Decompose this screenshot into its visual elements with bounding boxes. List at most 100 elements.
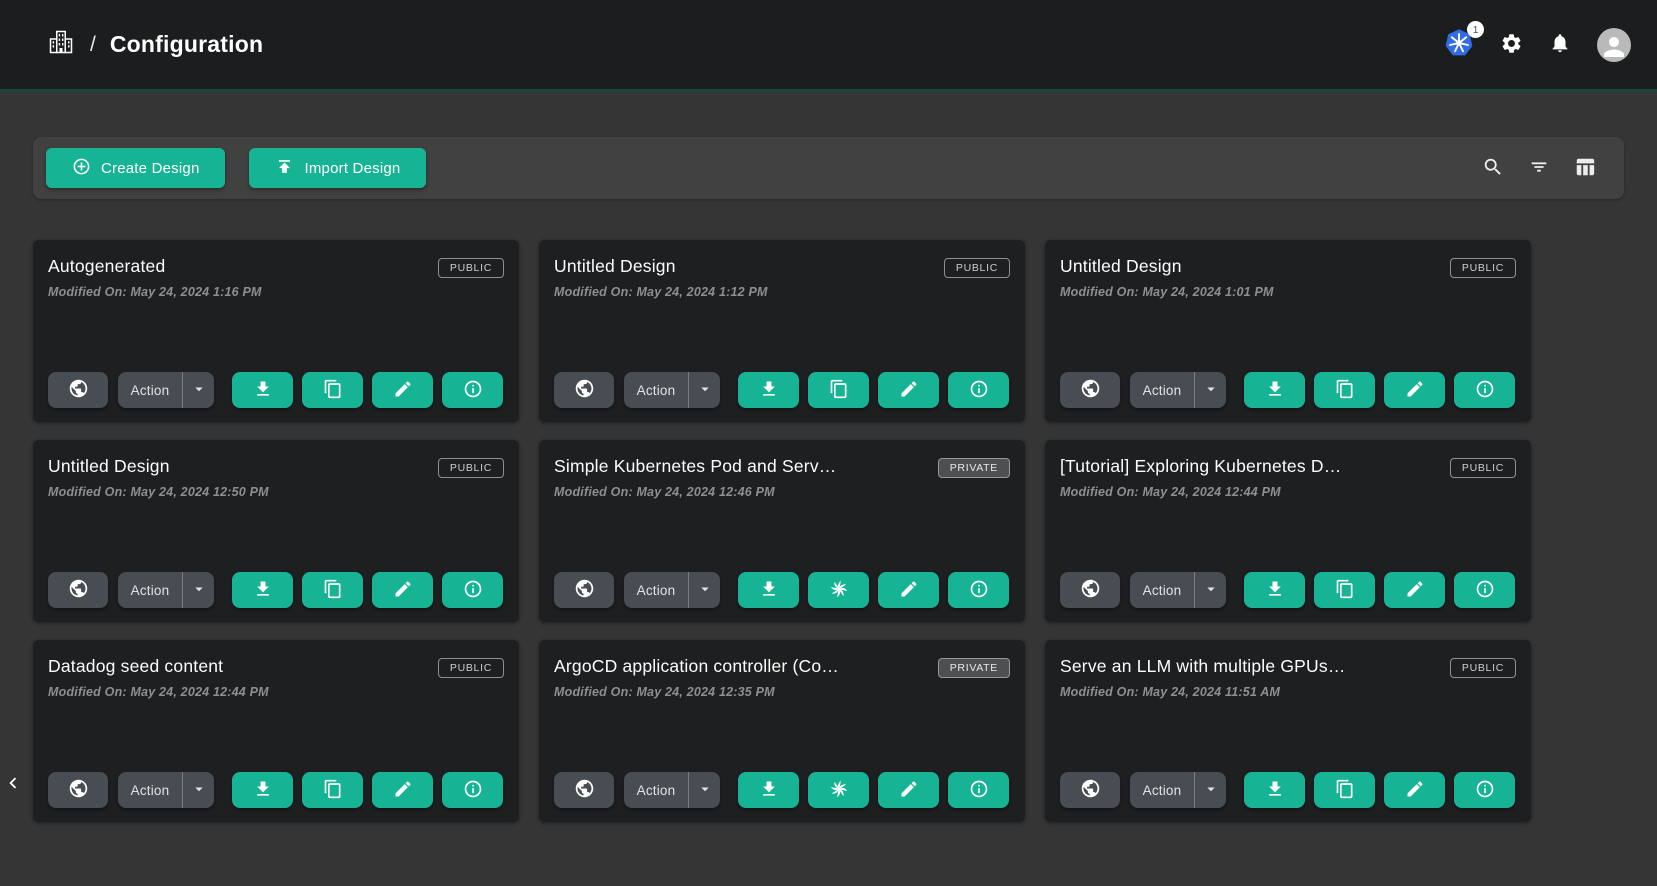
info-button[interactable] bbox=[442, 772, 503, 808]
publish-globe-button[interactable] bbox=[554, 372, 614, 408]
download-button[interactable] bbox=[232, 772, 293, 808]
card-spacer bbox=[554, 699, 1010, 772]
table-view-button[interactable] bbox=[1572, 154, 1598, 183]
publish-globe-button[interactable] bbox=[554, 772, 614, 808]
publish-globe-button[interactable] bbox=[1060, 572, 1120, 608]
info-button[interactable] bbox=[1454, 372, 1515, 408]
download-button[interactable] bbox=[738, 772, 799, 808]
kubernetes-context-button[interactable]: 1 bbox=[1444, 28, 1474, 61]
action-button[interactable]: Action bbox=[118, 372, 182, 408]
search-button[interactable] bbox=[1480, 154, 1506, 183]
download-button[interactable] bbox=[1244, 772, 1305, 808]
edit-button[interactable] bbox=[878, 572, 939, 608]
info-button[interactable] bbox=[1454, 572, 1515, 608]
publish-globe-button[interactable] bbox=[48, 572, 108, 608]
visibility-badge: PRIVATE bbox=[938, 458, 1010, 478]
action-dropdown-toggle[interactable] bbox=[182, 572, 214, 608]
card-spacer bbox=[554, 499, 1010, 572]
card-header: ArgoCD application controller (Co… PRIVA… bbox=[554, 656, 1010, 678]
copy-icon bbox=[1335, 779, 1355, 802]
action-button[interactable]: Action bbox=[624, 572, 688, 608]
info-button[interactable] bbox=[442, 372, 503, 408]
publish-globe-button[interactable] bbox=[1060, 772, 1120, 808]
action-dropdown-toggle[interactable] bbox=[1194, 572, 1226, 608]
edit-button[interactable] bbox=[1384, 372, 1445, 408]
download-icon bbox=[1265, 779, 1285, 802]
action-button[interactable]: Action bbox=[1130, 772, 1194, 808]
design-card: ArgoCD application controller (Co… PRIVA… bbox=[539, 640, 1025, 822]
sidebar-collapse-toggle[interactable] bbox=[0, 768, 26, 801]
info-icon bbox=[969, 579, 989, 602]
edit-pencil-icon bbox=[393, 779, 413, 802]
clone-button[interactable] bbox=[302, 772, 363, 808]
action-button[interactable]: Action bbox=[1130, 372, 1194, 408]
download-button[interactable] bbox=[232, 572, 293, 608]
download-icon bbox=[253, 579, 273, 602]
action-button[interactable]: Action bbox=[118, 572, 182, 608]
publish-globe-button[interactable] bbox=[48, 772, 108, 808]
download-button[interactable] bbox=[1244, 372, 1305, 408]
action-dropdown-toggle[interactable] bbox=[688, 372, 720, 408]
card-header: [Tutorial] Exploring Kubernetes D… PUBLI… bbox=[1060, 456, 1516, 478]
card-actions: Action bbox=[48, 372, 504, 408]
design-swirl-button[interactable] bbox=[808, 572, 869, 608]
action-dropdown-toggle[interactable] bbox=[688, 772, 720, 808]
import-design-button[interactable]: Import Design bbox=[249, 148, 426, 188]
action-dropdown-toggle[interactable] bbox=[1194, 772, 1226, 808]
info-button[interactable] bbox=[948, 772, 1009, 808]
edit-button[interactable] bbox=[1384, 772, 1445, 808]
publish-globe-button[interactable] bbox=[48, 372, 108, 408]
edit-button[interactable] bbox=[878, 372, 939, 408]
download-button[interactable] bbox=[1244, 572, 1305, 608]
create-design-button[interactable]: Create Design bbox=[46, 148, 225, 188]
download-button[interactable] bbox=[738, 572, 799, 608]
action-dropdown-toggle[interactable] bbox=[182, 772, 214, 808]
settings-button[interactable] bbox=[1500, 32, 1523, 58]
design-swirl-button[interactable] bbox=[808, 772, 869, 808]
clone-button[interactable] bbox=[1314, 772, 1375, 808]
action-button[interactable]: Action bbox=[624, 772, 688, 808]
action-dropdown-toggle[interactable] bbox=[688, 572, 720, 608]
edit-button[interactable] bbox=[878, 772, 939, 808]
action-button[interactable]: Action bbox=[118, 772, 182, 808]
edit-button[interactable] bbox=[372, 372, 433, 408]
globe-public-icon bbox=[574, 578, 595, 602]
search-icon bbox=[1482, 156, 1504, 181]
clone-button[interactable] bbox=[1314, 572, 1375, 608]
download-icon bbox=[759, 579, 779, 602]
design-title: Simple Kubernetes Pod and Serv… bbox=[554, 456, 836, 477]
notifications-button[interactable] bbox=[1549, 32, 1571, 57]
app-header: / Configuration 1 bbox=[0, 0, 1657, 92]
edit-button[interactable] bbox=[372, 772, 433, 808]
info-icon bbox=[1475, 579, 1495, 602]
user-avatar[interactable] bbox=[1597, 28, 1631, 62]
modified-on-label: Modified On: May 24, 2024 12:50 PM bbox=[48, 485, 504, 499]
info-icon bbox=[463, 379, 483, 402]
modified-on-label: Modified On: May 24, 2024 12:35 PM bbox=[554, 685, 1010, 699]
visibility-badge: PUBLIC bbox=[1450, 658, 1516, 678]
edit-button[interactable] bbox=[372, 572, 433, 608]
filter-button[interactable] bbox=[1526, 154, 1552, 183]
action-button[interactable]: Action bbox=[1130, 572, 1194, 608]
action-button[interactable]: Action bbox=[624, 372, 688, 408]
clone-button[interactable] bbox=[302, 572, 363, 608]
info-button[interactable] bbox=[948, 372, 1009, 408]
action-dropdown-toggle[interactable] bbox=[182, 372, 214, 408]
clone-button[interactable] bbox=[302, 372, 363, 408]
card-spacer bbox=[48, 299, 504, 372]
designs-toolbar: Create Design Import Design bbox=[33, 137, 1624, 199]
chevron-down-icon bbox=[1202, 380, 1220, 401]
publish-globe-button[interactable] bbox=[1060, 372, 1120, 408]
download-button[interactable] bbox=[232, 372, 293, 408]
clone-button[interactable] bbox=[1314, 372, 1375, 408]
info-button[interactable] bbox=[948, 572, 1009, 608]
publish-globe-button[interactable] bbox=[554, 572, 614, 608]
edit-pencil-icon bbox=[1405, 579, 1425, 602]
clone-button[interactable] bbox=[808, 372, 869, 408]
action-dropdown-toggle[interactable] bbox=[1194, 372, 1226, 408]
download-button[interactable] bbox=[738, 372, 799, 408]
info-button[interactable] bbox=[1454, 772, 1515, 808]
info-button[interactable] bbox=[442, 572, 503, 608]
design-card: Autogenerated PUBLIC Modified On: May 24… bbox=[33, 240, 519, 422]
edit-button[interactable] bbox=[1384, 572, 1445, 608]
